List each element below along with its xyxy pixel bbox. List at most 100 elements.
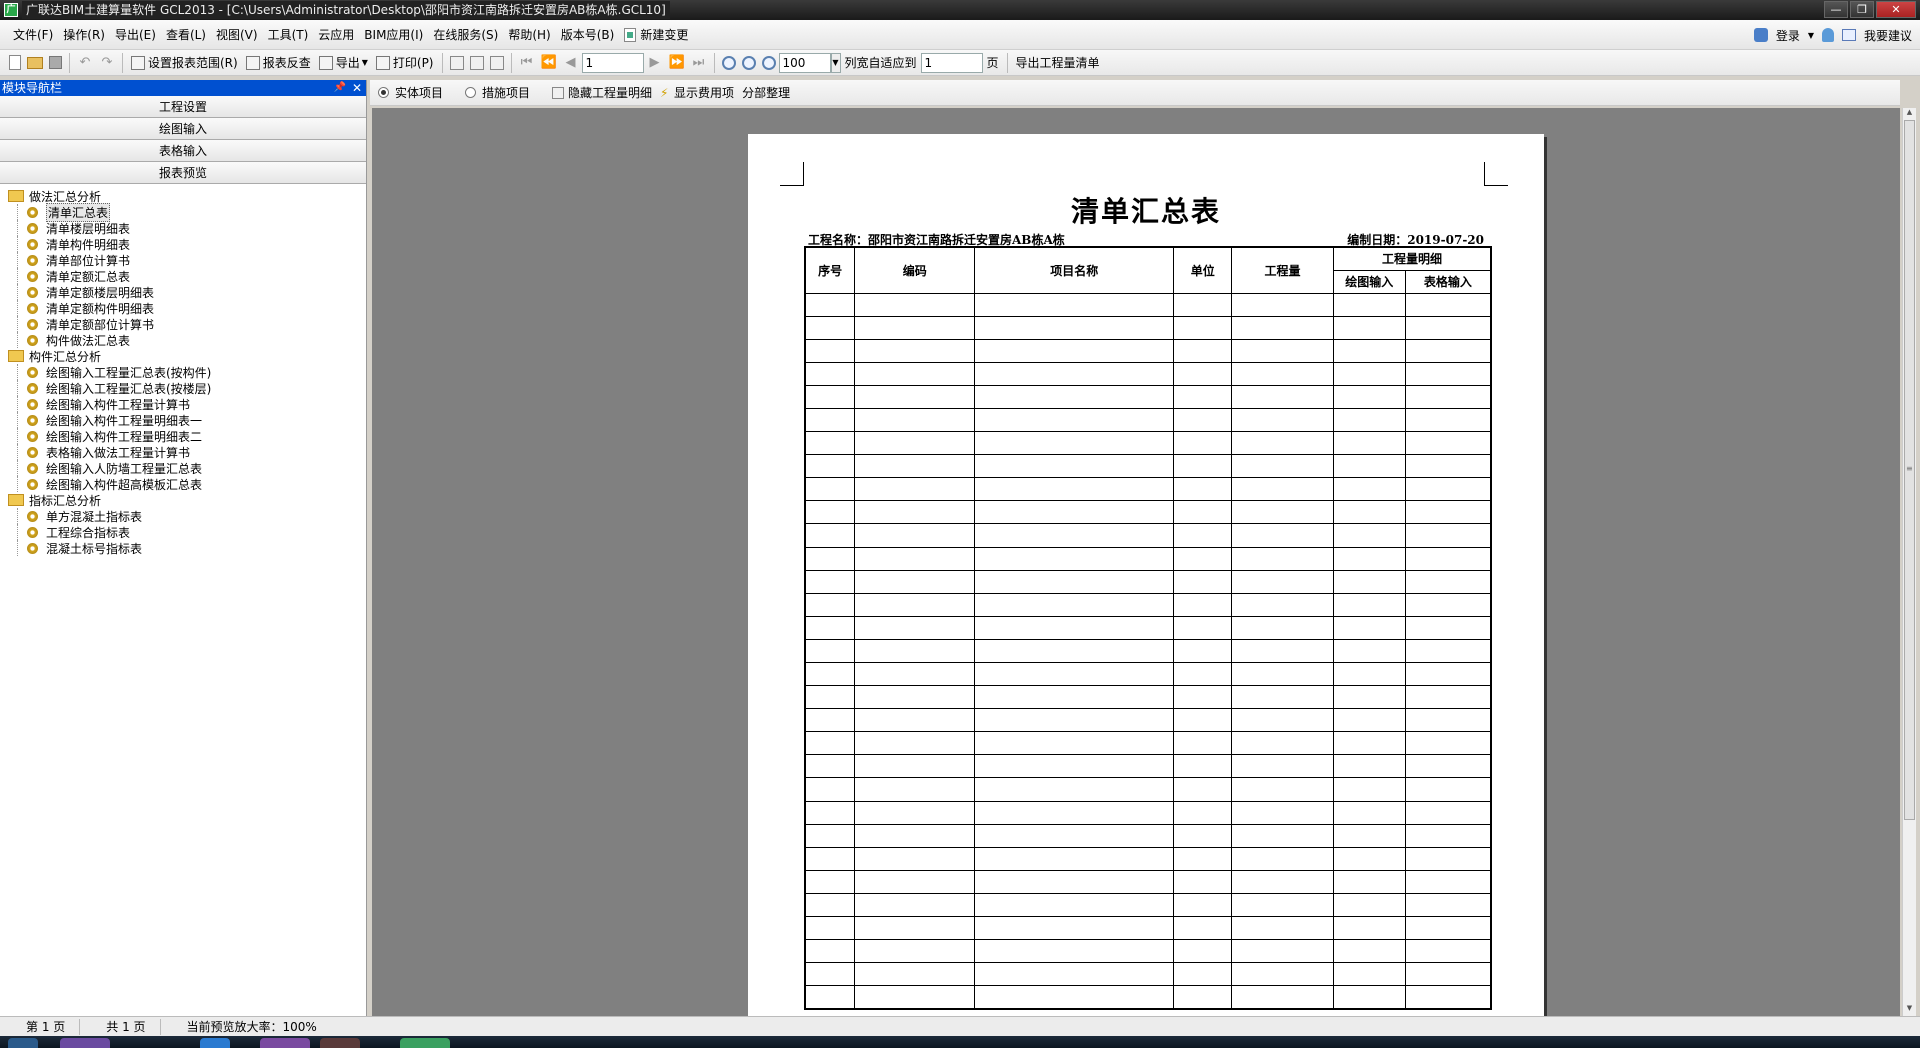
radio-measure-items[interactable]: 措施项目: [465, 84, 530, 101]
restore-button[interactable]: ❐: [1850, 1, 1874, 18]
radio-entity-items[interactable]: 实体项目: [378, 84, 443, 101]
tree-item[interactable]: 清单部位计算书: [0, 252, 366, 268]
tree-item[interactable]: 单方混凝土指标表: [0, 508, 366, 524]
tree-item[interactable]: 清单定额部位计算书: [0, 316, 366, 332]
menu-cloud[interactable]: 云应用: [313, 20, 359, 50]
tree-item[interactable]: 绘图输入构件工程量计算书: [0, 396, 366, 412]
close-button[interactable]: ✕: [1876, 1, 1916, 18]
taskbar-app[interactable]: [260, 1038, 310, 1048]
tree-item[interactable]: 工程综合指标表: [0, 524, 366, 540]
export-list-button[interactable]: 导出工程量清单: [1012, 54, 1104, 71]
zoom-icon[interactable]: [761, 55, 776, 70]
start-button[interactable]: [8, 1038, 38, 1048]
menu-view-l[interactable]: 查看(L): [161, 20, 211, 50]
reverse-check-button[interactable]: 报表反查: [242, 54, 315, 71]
menu-bim[interactable]: BIM应用(I): [359, 20, 428, 50]
radio-unchecked-icon: [465, 87, 477, 98]
table-cell: [1404, 292, 1492, 317]
menu-tools[interactable]: 工具(T): [263, 20, 314, 50]
close-icon[interactable]: ✕: [352, 80, 362, 96]
export-button[interactable]: 导出 ▼: [315, 54, 372, 71]
zoom-in-icon[interactable]: [721, 55, 736, 70]
new-change-button[interactable]: 新建变更: [619, 20, 693, 50]
undo-icon[interactable]: ↶: [77, 55, 93, 71]
next-page-icon[interactable]: ▶: [647, 55, 663, 71]
menu-file[interactable]: 文件(F): [8, 20, 58, 50]
tree-item[interactable]: 清单定额构件明细表: [0, 300, 366, 316]
zoom-dropdown[interactable]: ▼: [830, 52, 841, 73]
section-sort-button[interactable]: 分部整理: [742, 84, 790, 101]
tree-item[interactable]: 构件做法汇总表: [0, 332, 366, 348]
nav-report-preview[interactable]: 报表预览: [0, 162, 366, 184]
single-page-icon[interactable]: [449, 55, 464, 70]
login-button[interactable]: 登录: [1776, 27, 1800, 44]
table-cell: [1231, 985, 1334, 1010]
tree-item[interactable]: 清单定额汇总表: [0, 268, 366, 284]
tree-item[interactable]: 清单构件明细表: [0, 236, 366, 252]
scroll-up-icon[interactable]: ▲: [1904, 108, 1915, 119]
tree-item[interactable]: 清单汇总表: [0, 202, 366, 222]
pin-icon[interactable]: 📌: [334, 80, 346, 96]
prev-fast-icon[interactable]: ⏪: [541, 55, 557, 71]
hide-detail-button[interactable]: 隐藏工程量明细: [552, 84, 652, 101]
table-cell: [1173, 500, 1233, 525]
nav-panel-title: 模块导航栏: [2, 81, 63, 95]
first-page-icon[interactable]: ⏮: [519, 55, 535, 71]
tree-folder[interactable]: 构件汇总分析: [0, 348, 366, 364]
double-page-icon[interactable]: [469, 55, 484, 70]
suggest-button[interactable]: 我要建议: [1864, 27, 1912, 44]
nav-table-input[interactable]: 表格输入: [0, 140, 366, 162]
tree-item[interactable]: 绘图输入工程量汇总表(按楼层): [0, 380, 366, 396]
tree-item[interactable]: 绘图输入人防墙工程量汇总表: [0, 460, 366, 476]
tree-item[interactable]: 绘图输入构件工程量明细表二: [0, 428, 366, 444]
prev-page-icon[interactable]: ◀: [563, 55, 579, 71]
taskbar-app[interactable]: [400, 1038, 450, 1048]
report-preview-area[interactable]: 清单汇总表 工程名称：邵阳市资江南路拆迁安置房AB栋A栋 编制日期：2019-0…: [372, 108, 1900, 1016]
tree-item[interactable]: 绘图输入构件超高模板汇总表: [0, 476, 366, 492]
table-cell: [1173, 638, 1233, 664]
taskbar-app[interactable]: [200, 1038, 230, 1048]
redo-icon[interactable]: ↷: [99, 55, 115, 71]
new-file-icon[interactable]: [9, 55, 21, 70]
menu-view[interactable]: 视图(V): [211, 20, 263, 50]
zoom-input[interactable]: [778, 52, 831, 73]
tree-item[interactable]: 清单定额楼层明细表: [0, 284, 366, 300]
fit-pages-input[interactable]: [920, 52, 983, 73]
print-button[interactable]: 打印(P): [372, 54, 438, 71]
chevron-down-icon[interactable]: ▼: [1808, 31, 1814, 40]
tree-item[interactable]: 表格输入做法工程量计算书: [0, 444, 366, 460]
last-page-icon[interactable]: ⏭: [691, 55, 707, 71]
table-cell: [1173, 384, 1233, 409]
taskbar-app[interactable]: [320, 1038, 360, 1048]
bell-icon[interactable]: [1821, 28, 1834, 42]
menu-help[interactable]: 帮助(H): [503, 20, 555, 50]
menu-export[interactable]: 导出(E): [110, 20, 161, 50]
next-fast-icon[interactable]: ⏩: [669, 55, 685, 71]
menu-version[interactable]: 版本号(B): [556, 20, 620, 50]
open-folder-icon[interactable]: [27, 56, 43, 69]
zoom-out-icon[interactable]: [741, 55, 756, 70]
taskbar-app[interactable]: [60, 1038, 110, 1048]
nav-drawing-input[interactable]: 绘图输入: [0, 118, 366, 140]
table-cell: [1332, 338, 1406, 363]
table-cell: [1404, 869, 1492, 894]
table-row: [804, 431, 1492, 456]
set-range-button[interactable]: 设置报表范围(R): [127, 54, 242, 71]
nav-panel-header: 模块导航栏 📌 ✕: [0, 80, 366, 96]
tree-item[interactable]: 绘图输入工程量汇总表(按构件): [0, 364, 366, 380]
tree-item[interactable]: 绘图输入构件工程量明细表一: [0, 412, 366, 428]
menu-operate[interactable]: 操作(R): [58, 20, 110, 50]
tree-item[interactable]: 清单楼层明细表: [0, 220, 366, 236]
nav-project-settings[interactable]: 工程设置: [0, 96, 366, 118]
tree-folder[interactable]: 指标汇总分析: [0, 492, 366, 508]
message-icon: [1841, 29, 1856, 41]
page-number-input[interactable]: [581, 52, 644, 73]
tree-item[interactable]: 混凝土标号指标表: [0, 540, 366, 556]
show-cost-button[interactable]: ⚡ 显示费用项: [660, 84, 734, 101]
save-icon[interactable]: [49, 56, 62, 69]
multi-page-icon[interactable]: [489, 55, 504, 70]
preview-scrollbar[interactable]: ▲ ≡ ▼: [1902, 108, 1916, 1016]
minimize-button[interactable]: —: [1824, 1, 1848, 18]
menu-online[interactable]: 在线服务(S): [428, 20, 503, 50]
scroll-down-icon[interactable]: ▼: [1904, 1004, 1915, 1015]
